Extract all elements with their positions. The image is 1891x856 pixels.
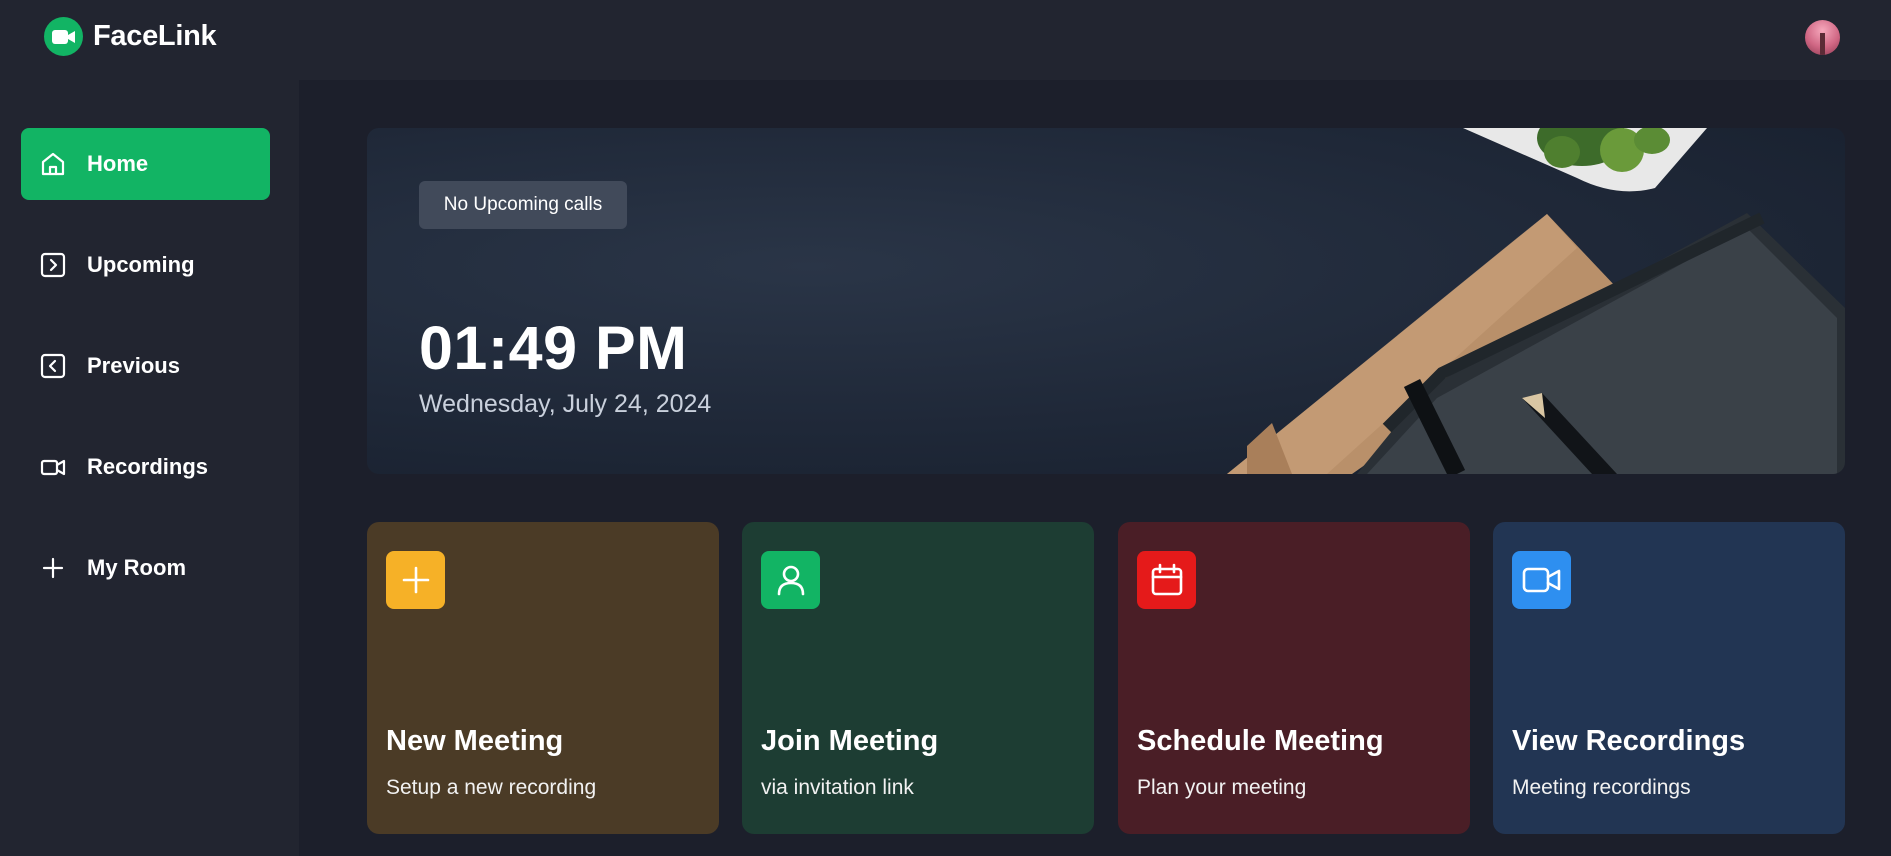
sidebar-item-my-room[interactable]: My Room bbox=[21, 532, 270, 604]
top-bar: FaceLink bbox=[0, 0, 1891, 80]
card-title: Join Meeting bbox=[761, 725, 939, 757]
current-time: 01:49 PM bbox=[419, 314, 688, 382]
chevron-right-square-icon bbox=[40, 252, 66, 278]
hero-banner: No Upcoming calls 01:49 PM Wednesday, Ju… bbox=[367, 128, 1845, 474]
sidebar-item-label: Upcoming bbox=[87, 252, 195, 277]
card-subtitle: Plan your meeting bbox=[1137, 776, 1307, 799]
plus-icon bbox=[42, 557, 64, 579]
sidebar-item-home[interactable]: Home bbox=[21, 128, 270, 200]
sidebar-item-recordings[interactable]: Recordings bbox=[21, 431, 270, 503]
app-logo[interactable]: FaceLink bbox=[44, 17, 217, 56]
join-meeting-card[interactable]: Join Meeting via invitation link bbox=[742, 522, 1094, 834]
schedule-meeting-card[interactable]: Schedule Meeting Plan your meeting bbox=[1118, 522, 1470, 834]
sidebar-item-label: Home bbox=[87, 151, 149, 176]
new-meeting-card[interactable]: New Meeting Setup a new recording bbox=[367, 522, 719, 834]
current-date: Wednesday, July 24, 2024 bbox=[419, 390, 712, 418]
video-camera-icon bbox=[44, 17, 83, 56]
card-subtitle: Meeting recordings bbox=[1512, 776, 1691, 799]
sidebar-item-upcoming[interactable]: Upcoming bbox=[21, 229, 270, 301]
user-icon bbox=[761, 551, 820, 609]
user-avatar[interactable] bbox=[1805, 20, 1840, 55]
video-camera-icon bbox=[40, 459, 66, 476]
view-recordings-card[interactable]: View Recordings Meeting recordings bbox=[1493, 522, 1845, 834]
plus-icon bbox=[386, 551, 445, 609]
card-subtitle: Setup a new recording bbox=[386, 776, 597, 799]
sidebar-item-previous[interactable]: Previous bbox=[21, 330, 270, 402]
sidebar-item-label: Previous bbox=[87, 353, 180, 378]
sidebar: Home Upcoming Previous Recordings My Roo… bbox=[0, 80, 299, 856]
card-title: Schedule Meeting bbox=[1137, 725, 1384, 757]
home-icon bbox=[41, 152, 65, 176]
card-title: View Recordings bbox=[1512, 725, 1746, 757]
video-camera-icon bbox=[1512, 551, 1571, 609]
sidebar-item-label: Recordings bbox=[87, 454, 209, 479]
app-name: FaceLink bbox=[93, 20, 217, 52]
chevron-left-square-icon bbox=[40, 353, 66, 379]
sidebar-item-label: My Room bbox=[87, 555, 186, 580]
desk-illustration bbox=[1227, 128, 1845, 474]
card-title: New Meeting bbox=[386, 725, 564, 757]
status-badge: No Upcoming calls bbox=[419, 181, 627, 229]
calendar-icon bbox=[1137, 551, 1196, 609]
card-subtitle: via invitation link bbox=[761, 776, 914, 799]
